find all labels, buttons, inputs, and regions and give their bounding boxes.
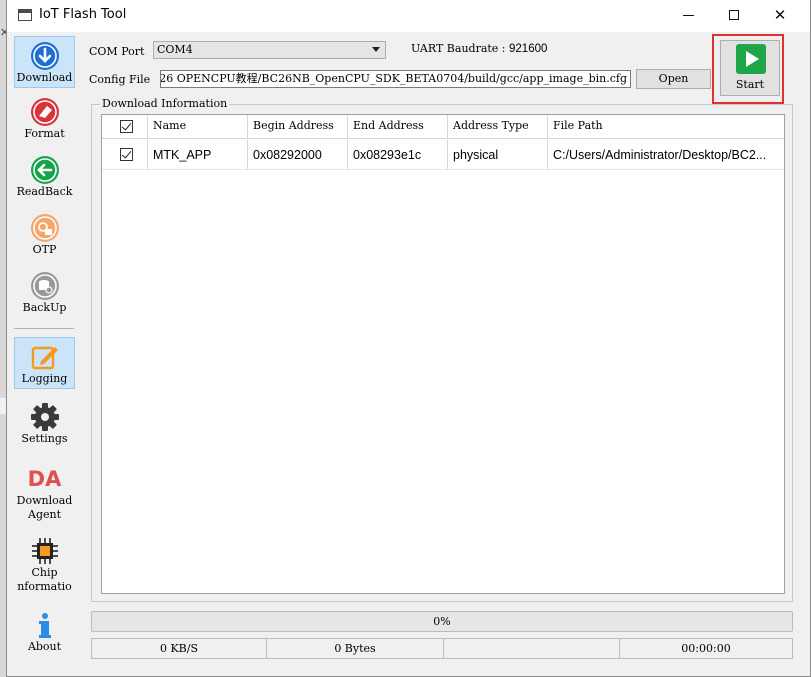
bytes-status: 0 Bytes (267, 639, 444, 658)
status-bar: 0 KB/S 0 Bytes 00:00:00 (91, 638, 793, 659)
close-button[interactable]: ✕ (757, 0, 803, 30)
chip-icon (31, 538, 58, 564)
sidebar-item-backup[interactable]: BackUp (14, 267, 75, 319)
row-select-cell (102, 140, 148, 169)
column-header[interactable]: Address Type (448, 115, 548, 138)
app-window-icon (18, 9, 32, 21)
window-title: IoT Flash Tool (39, 7, 127, 22)
config-file-field[interactable]: ktop/BC26 OPENCPU教程/BC26NB_OpenCPU_SDK_B… (160, 70, 631, 88)
sidebar-item-label: Download (16, 494, 73, 507)
close-icon: ✕ (773, 6, 787, 24)
sidebar: Download Format ReadBack OTP BackUp Logg… (7, 32, 81, 662)
play-icon (736, 44, 766, 74)
sidebar-item-label: About (27, 640, 62, 653)
open-button[interactable]: Open (636, 69, 711, 89)
sidebar-item-download-agent[interactable]: DA Download Agent (14, 460, 75, 526)
chevron-down-icon (372, 47, 380, 52)
address-type-cell: physical (448, 140, 548, 169)
sidebar-item-format[interactable]: Format (14, 93, 75, 145)
table-row[interactable]: MTK_APP 0x08292000 0x08293e1c physical C… (102, 140, 784, 170)
maximize-icon (729, 10, 739, 20)
baudrate-label-text: UART Baudrate : (411, 42, 506, 55)
row-checkbox[interactable] (120, 148, 133, 161)
group-title: Download Information (100, 97, 230, 110)
sidebar-item-about[interactable]: About (14, 606, 75, 658)
sidebar-item-settings[interactable]: Settings (14, 398, 75, 450)
file-path-cell[interactable]: C:/Users/Administrator/Desktop/BC2... (548, 140, 784, 169)
column-header[interactable]: Begin Address (248, 115, 348, 138)
back-arrow-icon (30, 156, 59, 184)
info-icon (38, 613, 51, 638)
da-text-icon: DA (27, 467, 62, 491)
sidebar-item-download[interactable]: Download (14, 36, 75, 88)
column-header[interactable]: End Address (348, 115, 448, 138)
column-header[interactable]: Name (148, 115, 248, 138)
elapsed-time-status: 00:00:00 (681, 642, 731, 655)
sidebar-item-chip-information[interactable]: Chip nformatio (14, 532, 75, 596)
edit-pencil-icon (31, 346, 58, 370)
begin-address-cell: 0x08292000 (248, 140, 348, 169)
com-port-select[interactable]: COM4 (153, 41, 386, 59)
sidebar-item-label: BackUp (22, 301, 67, 314)
name-cell: MTK_APP (148, 140, 248, 169)
config-file-label: Config File (89, 73, 151, 86)
speed-status: 0 KB/S (92, 639, 267, 658)
select-all-checkbox[interactable] (120, 120, 133, 133)
sidebar-item-label: Settings (21, 432, 68, 445)
sidebar-item-label-line2: nformatio (17, 580, 72, 593)
end-address-cell: 0x08293e1c (348, 140, 448, 169)
eraser-icon (30, 98, 59, 126)
column-header[interactable]: File Path (548, 115, 784, 138)
sidebar-item-label: OTP (32, 243, 57, 256)
maximize-button[interactable] (711, 0, 757, 30)
download-table: Name Begin Address End Address Address T… (101, 114, 785, 594)
minimize-button[interactable] (665, 0, 711, 30)
header-select-cell (102, 115, 148, 138)
progress-bar: 0% (91, 611, 793, 632)
sidebar-item-label: ReadBack (16, 185, 73, 198)
gear-icon (30, 403, 59, 431)
table-header: Name Begin Address End Address Address T… (102, 115, 784, 139)
iot-flash-tool-window: IoT Flash Tool ✕ Download Format ReadBac… (6, 0, 811, 677)
baudrate-label: UART Baudrate : 921600 (411, 42, 547, 55)
sidebar-item-label: Download (16, 71, 73, 84)
progress-text: 0% (433, 615, 451, 628)
start-button[interactable]: Start (720, 40, 780, 96)
sidebar-item-label: Chip (31, 566, 58, 579)
sidebar-item-label-line2: Agent (28, 508, 61, 521)
lock-gear-icon (30, 214, 59, 242)
minimize-icon (682, 14, 694, 16)
sidebar-separator (14, 328, 74, 329)
database-icon (30, 272, 59, 300)
sidebar-item-otp[interactable]: OTP (14, 209, 75, 261)
sidebar-item-logging[interactable]: Logging (14, 337, 75, 389)
baudrate-value: 921600 (509, 43, 548, 55)
sidebar-item-label: Format (24, 127, 65, 140)
download-arrow-icon (30, 42, 59, 70)
config-file-value: ktop/BC26 OPENCPU教程/BC26NB_OpenCPU_SDK_B… (160, 72, 627, 85)
sidebar-item-label: Logging (21, 372, 68, 385)
start-button-label: Start (735, 78, 765, 91)
sidebar-item-readback[interactable]: ReadBack (14, 151, 75, 203)
com-port-value: COM4 (157, 43, 193, 56)
empty-status (444, 639, 620, 658)
title-bar: IoT Flash Tool ✕ (7, 0, 810, 32)
com-port-label: COM Port (89, 45, 145, 58)
